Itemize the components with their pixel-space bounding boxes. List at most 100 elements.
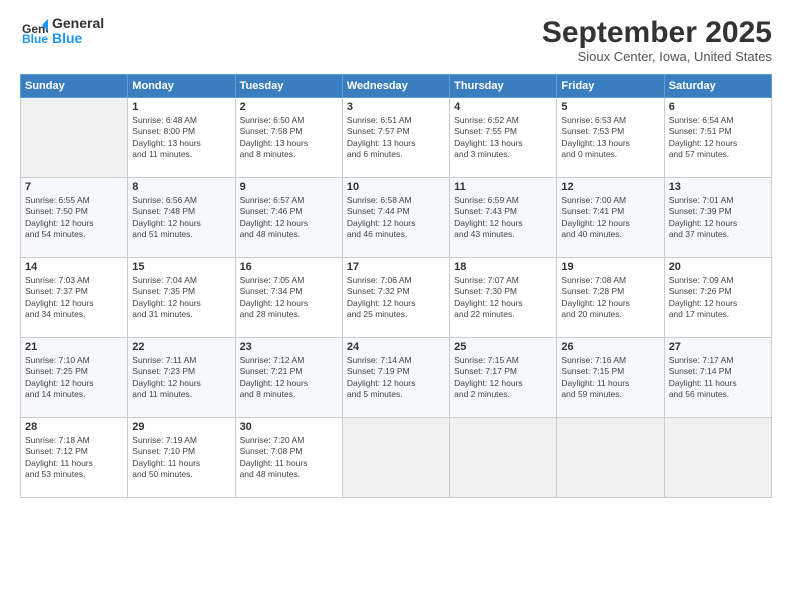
day-number: 14 — [25, 261, 123, 273]
day-header-saturday: Saturday — [664, 75, 771, 98]
day-number: 21 — [25, 341, 123, 353]
day-number: 4 — [454, 101, 552, 113]
day-header-friday: Friday — [557, 75, 664, 98]
day-number: 12 — [561, 181, 659, 193]
calendar-cell: 18 Sunrise: 7:07 AM Sunset: 7:30 PM Dayli… — [450, 258, 557, 338]
calendar-cell: 30 Sunrise: 7:20 AM Sunset: 7:08 PM Dayli… — [235, 418, 342, 498]
day-number: 5 — [561, 101, 659, 113]
day-header-tuesday: Tuesday — [235, 75, 342, 98]
day-number: 13 — [669, 181, 767, 193]
day-info: Sunrise: 6:54 AM Sunset: 7:51 PM Dayligh… — [669, 115, 767, 161]
calendar-cell: 20 Sunrise: 7:09 AM Sunset: 7:26 PM Dayli… — [664, 258, 771, 338]
calendar-header-row: SundayMondayTuesdayWednesdayThursdayFrid… — [21, 75, 772, 98]
day-number: 6 — [669, 101, 767, 113]
logo: General Blue General Blue — [20, 16, 104, 47]
day-info: Sunrise: 6:53 AM Sunset: 7:53 PM Dayligh… — [561, 115, 659, 161]
calendar-cell: 12 Sunrise: 7:00 AM Sunset: 7:41 PM Dayli… — [557, 178, 664, 258]
day-number: 22 — [132, 341, 230, 353]
calendar-cell: 24Sunrise: 7:14 AM Sunset: 7:19 PM Dayli… — [342, 338, 449, 418]
day-number: 16 — [240, 261, 338, 273]
day-info: Sunrise: 6:58 AM Sunset: 7:44 PM Dayligh… — [347, 195, 445, 241]
day-info: Sunrise: 7:03 AM Sunset: 7:37 PM Dayligh… — [25, 275, 123, 321]
day-header-monday: Monday — [128, 75, 235, 98]
calendar-cell — [450, 418, 557, 498]
calendar-cell: 9 Sunrise: 6:57 AM Sunset: 7:46 PM Daylig… — [235, 178, 342, 258]
day-number: 26 — [561, 341, 659, 353]
calendar-table: SundayMondayTuesdayWednesdayThursdayFrid… — [20, 74, 772, 498]
day-info: Sunrise: 6:57 AM Sunset: 7:46 PM Dayligh… — [240, 195, 338, 241]
day-info: Sunrise: 7:20 AM Sunset: 7:08 PM Dayligh… — [240, 435, 338, 481]
calendar-cell: 15Sunrise: 7:04 AM Sunset: 7:35 PM Dayli… — [128, 258, 235, 338]
calendar-cell: 14 Sunrise: 7:03 AM Sunset: 7:37 PM Dayli… — [21, 258, 128, 338]
calendar-cell: 3 Sunrise: 6:51 AM Sunset: 7:57 PM Daylig… — [342, 98, 449, 178]
week-row-5: 28Sunrise: 7:18 AM Sunset: 7:12 PM Dayli… — [21, 418, 772, 498]
month-title: September 2025 — [542, 16, 772, 49]
week-row-4: 21 Sunrise: 7:10 AM Sunset: 7:25 PM Dayli… — [21, 338, 772, 418]
calendar-cell: 11Sunrise: 6:59 AM Sunset: 7:43 PM Dayli… — [450, 178, 557, 258]
day-info: Sunrise: 7:16 AM Sunset: 7:15 PM Dayligh… — [561, 355, 659, 401]
calendar-cell: 7Sunrise: 6:55 AM Sunset: 7:50 PM Daylig… — [21, 178, 128, 258]
day-header-wednesday: Wednesday — [342, 75, 449, 98]
day-info: Sunrise: 7:06 AM Sunset: 7:32 PM Dayligh… — [347, 275, 445, 321]
day-info: Sunrise: 7:15 AM Sunset: 7:17 PM Dayligh… — [454, 355, 552, 401]
day-info: Sunrise: 7:10 AM Sunset: 7:25 PM Dayligh… — [25, 355, 123, 401]
day-number: 20 — [669, 261, 767, 273]
day-info: Sunrise: 7:08 AM Sunset: 7:28 PM Dayligh… — [561, 275, 659, 321]
day-number: 27 — [669, 341, 767, 353]
day-header-thursday: Thursday — [450, 75, 557, 98]
day-info: Sunrise: 7:05 AM Sunset: 7:34 PM Dayligh… — [240, 275, 338, 321]
calendar-cell: 21 Sunrise: 7:10 AM Sunset: 7:25 PM Dayli… — [21, 338, 128, 418]
calendar-cell: 23 Sunrise: 7:12 AM Sunset: 7:21 PM Dayli… — [235, 338, 342, 418]
day-number: 3 — [347, 101, 445, 113]
day-number: 19 — [561, 261, 659, 273]
day-number: 2 — [240, 101, 338, 113]
day-number: 1 — [132, 101, 230, 113]
day-info: Sunrise: 7:04 AM Sunset: 7:35 PM Dayligh… — [132, 275, 230, 321]
calendar-cell — [664, 418, 771, 498]
calendar-cell: 19 Sunrise: 7:08 AM Sunset: 7:28 PM Dayli… — [557, 258, 664, 338]
day-info: Sunrise: 7:07 AM Sunset: 7:30 PM Dayligh… — [454, 275, 552, 321]
calendar-cell: 6 Sunrise: 6:54 AM Sunset: 7:51 PM Daylig… — [664, 98, 771, 178]
day-info: Sunrise: 7:00 AM Sunset: 7:41 PM Dayligh… — [561, 195, 659, 241]
calendar-cell — [21, 98, 128, 178]
page: General Blue General Blue September 2025… — [0, 0, 792, 612]
calendar-cell: 17 Sunrise: 7:06 AM Sunset: 7:32 PM Dayli… — [342, 258, 449, 338]
week-row-3: 14 Sunrise: 7:03 AM Sunset: 7:37 PM Dayli… — [21, 258, 772, 338]
day-info: Sunrise: 7:11 AM Sunset: 7:23 PM Dayligh… — [132, 355, 230, 401]
day-info: Sunrise: 7:12 AM Sunset: 7:21 PM Dayligh… — [240, 355, 338, 401]
day-info: Sunrise: 6:51 AM Sunset: 7:57 PM Dayligh… — [347, 115, 445, 161]
day-info: Sunrise: 6:56 AM Sunset: 7:48 PM Dayligh… — [132, 195, 230, 241]
calendar-cell: 16 Sunrise: 7:05 AM Sunset: 7:34 PM Dayli… — [235, 258, 342, 338]
day-info: Sunrise: 6:59 AM Sunset: 7:43 PM Dayligh… — [454, 195, 552, 241]
title-block: September 2025 Sioux Center, Iowa, Unite… — [542, 16, 772, 64]
day-info: Sunrise: 7:09 AM Sunset: 7:26 PM Dayligh… — [669, 275, 767, 321]
calendar-cell: 10Sunrise: 6:58 AM Sunset: 7:44 PM Dayli… — [342, 178, 449, 258]
calendar-cell: 4 Sunrise: 6:52 AM Sunset: 7:55 PM Daylig… — [450, 98, 557, 178]
calendar-cell: 5 Sunrise: 6:53 AM Sunset: 7:53 PM Daylig… — [557, 98, 664, 178]
location-subtitle: Sioux Center, Iowa, United States — [542, 49, 772, 64]
calendar-cell: 25 Sunrise: 7:15 AM Sunset: 7:17 PM Dayli… — [450, 338, 557, 418]
day-number: 9 — [240, 181, 338, 193]
day-number: 23 — [240, 341, 338, 353]
day-info: Sunrise: 6:55 AM Sunset: 7:50 PM Dayligh… — [25, 195, 123, 241]
day-number: 30 — [240, 421, 338, 433]
day-number: 18 — [454, 261, 552, 273]
day-number: 29 — [132, 421, 230, 433]
calendar-cell: 1 Sunrise: 6:48 AM Sunset: 8:00 PM Daylig… — [128, 98, 235, 178]
logo-general: General — [52, 16, 104, 31]
day-info: Sunrise: 6:50 AM Sunset: 7:58 PM Dayligh… — [240, 115, 338, 161]
day-info: Sunrise: 6:48 AM Sunset: 8:00 PM Dayligh… — [132, 115, 230, 161]
logo-blue: Blue — [52, 31, 104, 46]
calendar-cell: 27 Sunrise: 7:17 AM Sunset: 7:14 PM Dayli… — [664, 338, 771, 418]
calendar-cell — [342, 418, 449, 498]
calendar-cell: 2 Sunrise: 6:50 AM Sunset: 7:58 PM Daylig… — [235, 98, 342, 178]
calendar-cell: 29Sunrise: 7:19 AM Sunset: 7:10 PM Dayli… — [128, 418, 235, 498]
day-info: Sunrise: 7:17 AM Sunset: 7:14 PM Dayligh… — [669, 355, 767, 401]
calendar-cell: 13 Sunrise: 7:01 AM Sunset: 7:39 PM Dayli… — [664, 178, 771, 258]
calendar-cell: 22 Sunrise: 7:11 AM Sunset: 7:23 PM Dayli… — [128, 338, 235, 418]
day-info: Sunrise: 6:52 AM Sunset: 7:55 PM Dayligh… — [454, 115, 552, 161]
day-number: 17 — [347, 261, 445, 273]
day-info: Sunrise: 7:01 AM Sunset: 7:39 PM Dayligh… — [669, 195, 767, 241]
calendar-cell — [557, 418, 664, 498]
day-number: 25 — [454, 341, 552, 353]
